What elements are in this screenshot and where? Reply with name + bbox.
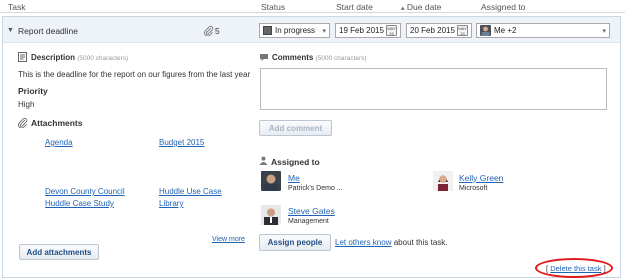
let-others-know-text: Let others know about this task. [335, 238, 448, 247]
attachment-link[interactable]: Huddle Use Case [159, 187, 222, 196]
column-header-due-date[interactable]: ▴ Due date [401, 2, 441, 12]
description-label: Description [31, 53, 76, 62]
status-value: In progress [275, 26, 316, 35]
attachment-count: 5 [215, 26, 220, 36]
comments-label: Comments [272, 53, 314, 62]
status-select[interactable]: In progress ▾ [259, 23, 330, 38]
about-task-text: about this task. [393, 238, 448, 247]
assignee-organization: Patrick's Demo ... [288, 185, 343, 192]
assign-people-button[interactable]: Assign people [259, 234, 331, 251]
delete-task-link[interactable]: Delete this task [550, 264, 601, 273]
priority-label: Priority [18, 86, 48, 96]
task-title[interactable]: Report deadline [18, 26, 78, 36]
attachment-link[interactable]: Devon County Council [45, 187, 125, 196]
attachment-link[interactable]: Agenda [45, 138, 73, 147]
chevron-down-icon: ▾ [602, 27, 606, 35]
chevron-down-icon: ▾ [322, 27, 326, 35]
attachment-link[interactable]: Budget 2015 [159, 138, 204, 147]
avatar[interactable] [433, 171, 453, 191]
attachment-link[interactable]: Library [159, 199, 183, 208]
assignee-organization: Microsoft [459, 185, 488, 192]
add-comment-button[interactable]: Add comment [259, 120, 332, 136]
description-heading: Description (5000 characters) [31, 53, 128, 62]
bracket-open: [ [546, 264, 549, 273]
avatar[interactable] [261, 171, 281, 191]
assignee-name-link[interactable]: Kelly Green [459, 173, 503, 183]
bracket-close: ] [603, 264, 606, 273]
assigned-to-label: Assigned to [271, 157, 320, 167]
start-date-field[interactable]: 19 Feb 2015 MAY 15 [335, 23, 401, 38]
paperclip-icon [203, 25, 214, 38]
avatar-icon [480, 25, 491, 36]
avatar[interactable] [261, 205, 281, 225]
due-date-value: 20 Feb 2015 [410, 26, 455, 35]
description-icon [18, 52, 27, 64]
assignee-name-link[interactable]: Steve Gates [288, 206, 335, 216]
attachment-link[interactable]: Huddle Case Study [45, 199, 114, 208]
view-more-link[interactable]: View more [212, 236, 245, 243]
due-date-field[interactable]: 20 Feb 2015 MAY 15 [406, 23, 472, 38]
assigned-to-select[interactable]: Me +2 ▾ [476, 23, 610, 38]
header-divider [0, 12, 625, 13]
column-header-task[interactable]: Task [8, 2, 25, 12]
comment-textarea[interactable] [260, 68, 607, 110]
person-icon [259, 156, 268, 167]
column-header-start-date[interactable]: Start date [336, 2, 373, 12]
due-date-header-label: Due date [406, 2, 442, 12]
column-header-assigned-to[interactable]: Assigned to [481, 2, 525, 12]
let-others-know-link[interactable]: Let others know [335, 238, 391, 247]
comment-icon [259, 53, 269, 64]
paperclip-icon [17, 117, 28, 130]
priority-value[interactable]: High [18, 100, 34, 109]
assignee-name-link[interactable]: Me [288, 173, 300, 183]
column-header-status[interactable]: Status [261, 2, 285, 12]
add-attachments-button[interactable]: Add attachments [19, 244, 99, 260]
collapse-icon[interactable]: ▼ [7, 27, 14, 34]
sort-ascending-icon: ▴ [401, 5, 405, 12]
calendar-icon[interactable]: MAY 15 [386, 25, 397, 36]
comments-heading: Comments (5000 characters) [272, 53, 367, 62]
assignee-organization: Management [288, 218, 329, 225]
description-text[interactable]: This is the deadline for the report on o… [18, 70, 250, 79]
assigned-value: Me +2 [494, 26, 517, 35]
delete-task-control[interactable]: [ Delete this task ] [546, 264, 606, 273]
status-color-icon [263, 26, 272, 35]
calendar-icon[interactable]: MAY 15 [457, 25, 468, 36]
start-date-value: 19 Feb 2015 [339, 26, 384, 35]
description-hint: (5000 characters) [77, 55, 129, 62]
attachments-label: Attachments [31, 118, 83, 128]
comments-hint: (5000 characters) [315, 55, 367, 62]
